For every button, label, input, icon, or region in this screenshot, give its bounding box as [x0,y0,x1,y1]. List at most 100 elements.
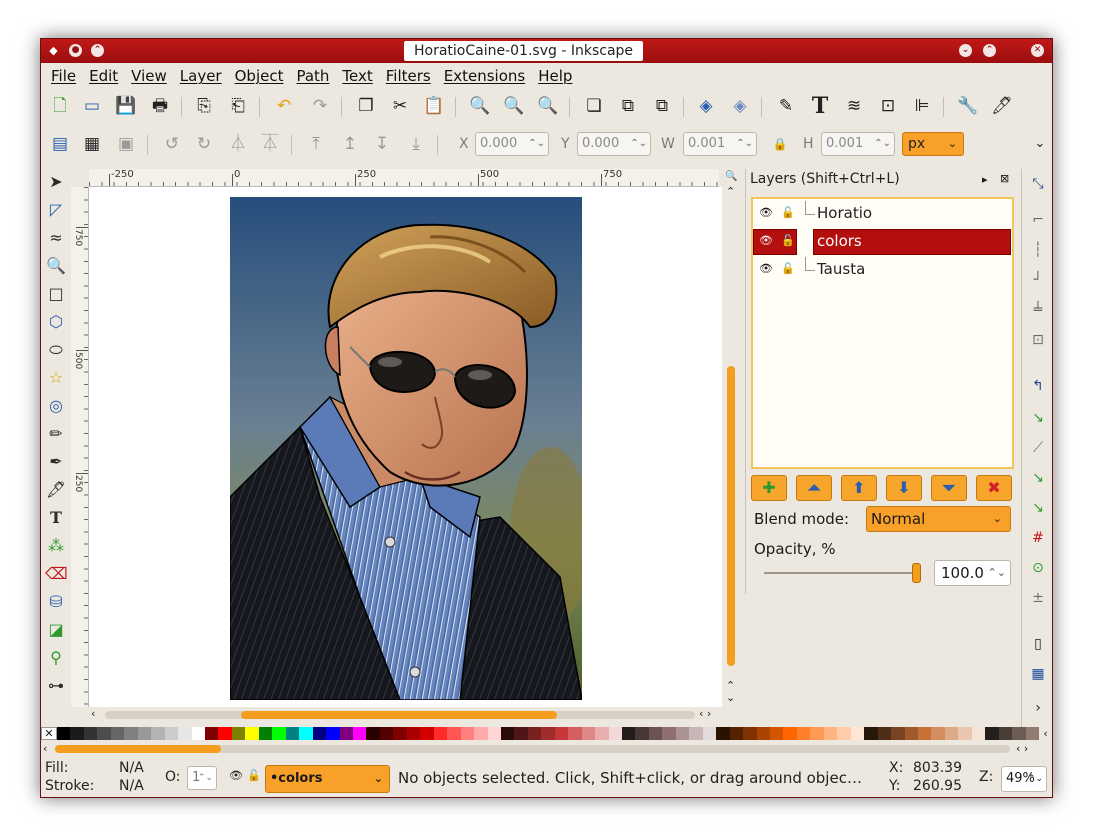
select-all-icon[interactable]: ▤ [49,133,71,155]
menu-edit[interactable]: Edit [89,63,118,89]
snap-smooth-nodes-icon[interactable]: ↘ [1027,497,1049,519]
align-distribute-icon[interactable]: ⊫ [911,95,933,117]
node-tool-icon[interactable]: ◸ [45,199,67,221]
palette-swatch[interactable] [675,727,690,740]
height-field[interactable]: 0.001 ⌃⌄ [821,132,895,156]
preferences-icon[interactable]: 🔧 [957,95,979,117]
palette-swatch[interactable] [124,727,138,740]
palette-swatch[interactable] [985,727,999,740]
palette-swatch[interactable] [191,727,205,740]
x-field[interactable]: 0.000 ⌃⌄ [475,132,549,156]
palette-swatch[interactable] [245,727,259,740]
zoom-field[interactable]: 49% ⌃⌄ [1001,766,1047,792]
zoom-page-icon[interactable]: 🔍 [537,95,559,117]
palette-swatch[interactable] [850,727,865,740]
palette-swatch[interactable] [998,727,1013,740]
palette-swatch[interactable] [918,727,932,740]
palette-swatch[interactable] [904,727,918,740]
zoom-drawing-icon[interactable]: 🔍 [503,95,525,117]
eye-icon[interactable]: 👁 [759,262,773,275]
blend-mode-select[interactable]: Normal ⌄ [866,506,1011,532]
lower-layer-to-bottom-button[interactable]: ⏷ [931,475,967,501]
chevron-down-icon[interactable]: ⌄ [726,691,735,704]
palette-swatch[interactable] [783,727,797,740]
snap-object-centers-icon[interactable]: ⊙ [1027,557,1049,579]
redo-icon[interactable]: ↷ [309,95,331,117]
chevron-left-icon[interactable]: ‹ [91,707,95,720]
palette-swatch[interactable] [689,727,703,740]
palette-swatch[interactable] [770,727,784,740]
width-field[interactable]: 0.001 ⌃⌄ [683,132,757,156]
palette-swatch[interactable] [864,727,878,740]
lock-ratio-icon[interactable]: 🔒 [769,133,791,155]
snap-grid-icon[interactable]: ▦ [1027,663,1049,685]
flip-horizontal-icon[interactable]: ⏃ [227,133,249,155]
paste-icon[interactable]: 📋 [423,95,445,117]
palette-swatch[interactable] [810,727,824,740]
palette-swatch[interactable] [595,727,609,740]
snap-nodes-icon[interactable]: ↰ [1027,375,1049,397]
raise-layer-button[interactable]: ⬆ [841,475,877,501]
menu-layer[interactable]: Layer [180,63,222,89]
palette-swatch[interactable] [635,727,649,740]
y-field[interactable]: 0.000 ⌃⌄ [577,132,651,156]
vertical-scroll-thumb[interactable] [727,366,735,666]
stroke-value[interactable]: N/A [119,778,144,794]
window-menu-icon[interactable]: ◆ [47,44,60,57]
palette-swatch[interactable] [931,727,945,740]
color-palette[interactable]: ✕ ‹ [41,727,1052,742]
palette-swatch[interactable] [527,727,542,740]
zoom-selection-icon[interactable]: 🔍 [469,95,491,117]
ungroup-icon[interactable]: ◈ [729,95,751,117]
chevron-right-icon[interactable]: › [1027,697,1049,719]
palette-swatch[interactable] [285,727,300,740]
select-all-layers-icon[interactable]: ▦ [81,133,103,155]
unlink-clone-icon[interactable]: ⧉ [651,95,673,117]
palette-swatch[interactable] [137,727,152,740]
palette-swatch[interactable] [622,727,636,740]
palette-swatch[interactable] [944,727,959,740]
palette-swatch[interactable] [164,727,179,740]
text-font-icon[interactable]: T [809,95,831,117]
close-button[interactable]: ✕ [1031,44,1044,57]
maximize-button[interactable]: ⌃ [983,44,996,57]
menu-text[interactable]: Text [342,63,372,89]
text-tool-icon[interactable]: T [45,507,67,529]
palette-swatch[interactable] [393,727,407,740]
lock-icon[interactable]: 🔓 [781,234,795,247]
cut-icon[interactable]: ✂ [389,95,411,117]
palette-swatch[interactable] [433,727,448,740]
menu-extensions[interactable]: Extensions [444,63,525,89]
palette-swatch[interactable] [581,727,596,740]
save-icon[interactable]: 💾 [115,95,137,117]
eraser-tool-icon[interactable]: ⌫ [45,563,68,585]
group-icon[interactable]: ◈ [695,95,717,117]
undo-icon[interactable]: ↶ [273,95,295,117]
palette-swatch[interactable] [272,727,286,740]
horizontal-scroll-thumb[interactable] [241,711,557,719]
raise-icon[interactable]: ↥ [339,133,361,155]
palette-swatch[interactable] [70,727,84,740]
rotate-cw-icon[interactable]: ↻ [193,133,215,155]
layer-row-tausta[interactable]: 👁 🔓 Tausta [753,257,1012,283]
snap-bbox-corners-icon[interactable]: ┘ [1027,269,1049,291]
snap-page-border-icon[interactable]: ▯ [1027,633,1049,655]
palette-swatch[interactable] [796,727,811,740]
dock-close-icon[interactable]: ⊠ [1000,172,1009,185]
spiral-tool-icon[interactable]: ◎ [45,395,67,417]
canvas-horizontal-scrollbar[interactable]: ‹ ‹ › [89,707,729,723]
lower-layer-button[interactable]: ⬇ [886,475,922,501]
menu-file[interactable]: File [51,63,76,89]
palette-swatch[interactable] [514,727,528,740]
object-opacity-field[interactable]: 1 ⌃⌄ [187,766,217,790]
palette-swatch[interactable] [474,727,488,740]
palette-swatch[interactable] [837,727,851,740]
palette-swatch[interactable] [218,727,232,740]
palette-swatch[interactable] [702,727,717,740]
palette-swatch[interactable] [178,727,192,740]
palette-swatch[interactable] [379,727,394,740]
snap-rotation-center-icon[interactable]: ± [1027,587,1049,609]
layer-lock-icon[interactable]: 🔓 [247,769,261,782]
palette-swatch[interactable] [662,727,676,740]
minimize-dot-icon[interactable]: ● [69,44,82,57]
